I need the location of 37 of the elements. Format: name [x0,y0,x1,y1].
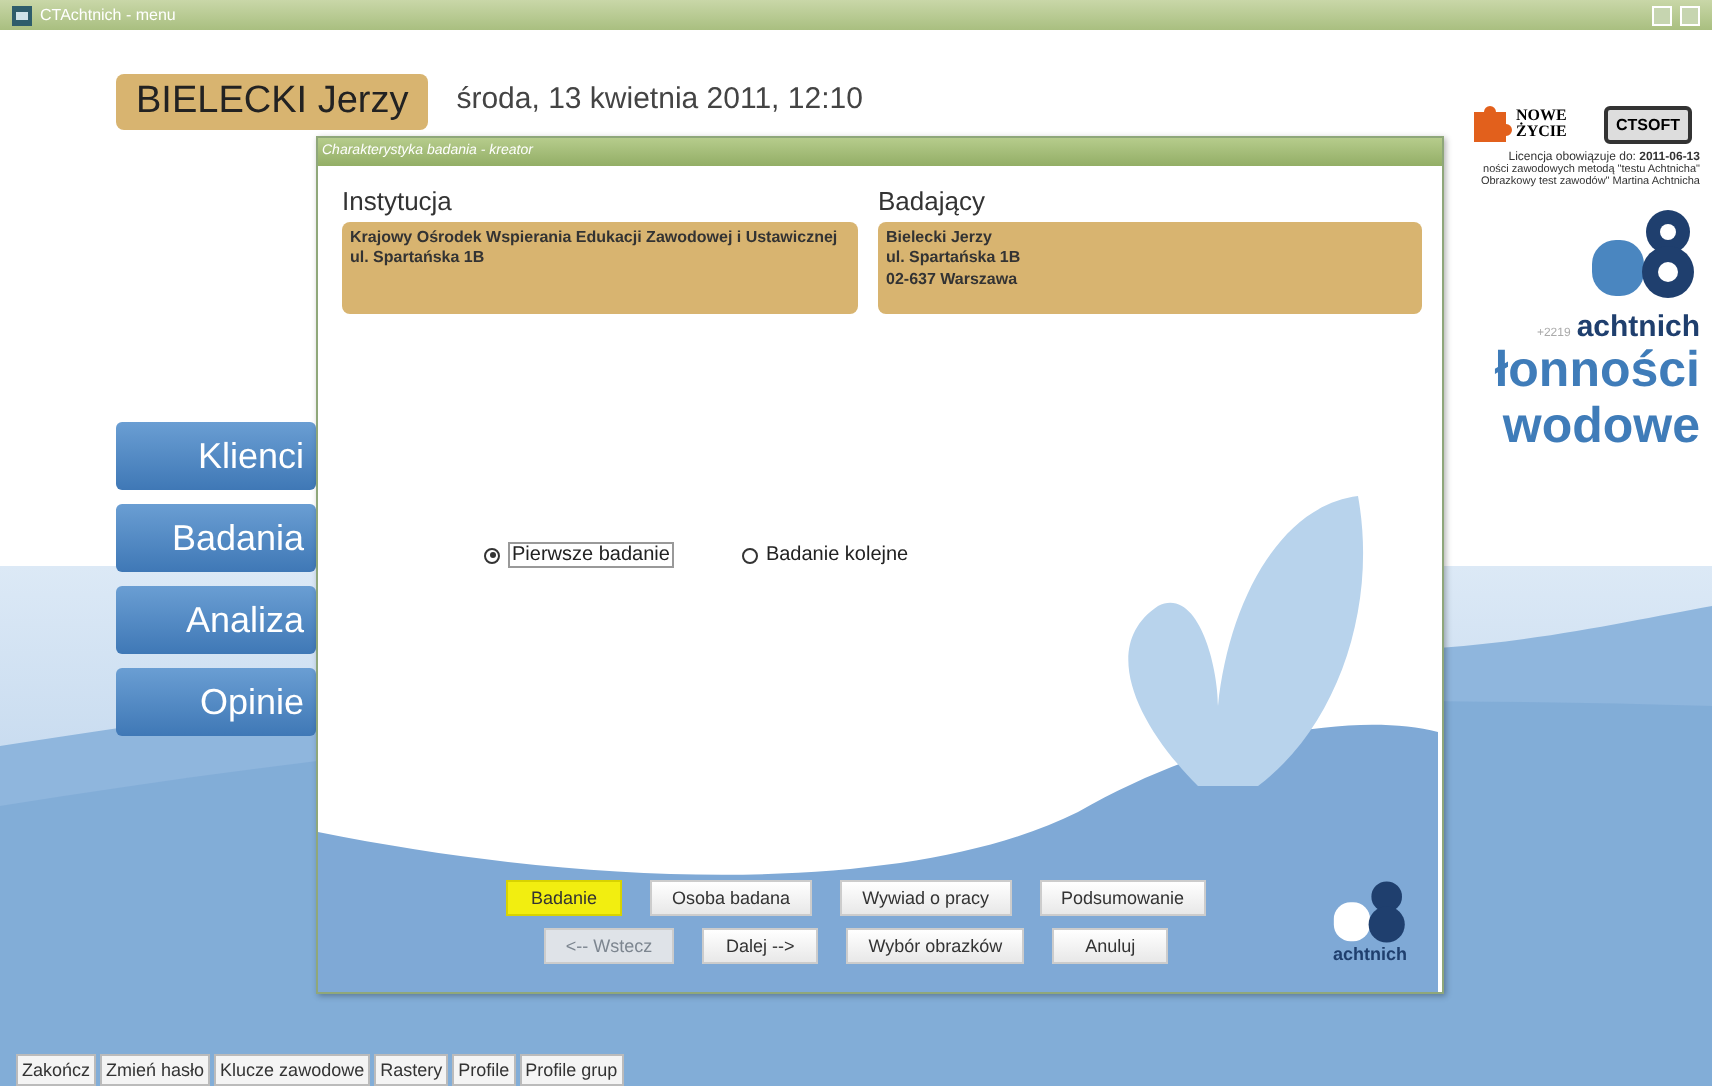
partner-logo: NOWE ŻYCIE [1468,102,1584,146]
ct8-logo-icon [1330,880,1410,944]
app-title: łonności [1494,344,1700,399]
minimize-button[interactable] [1652,5,1672,25]
puzzle-icon [1468,102,1512,146]
vendor-logo: CTSOFT [1604,105,1692,143]
step-tab[interactable]: Badanie [506,880,622,916]
toolbar-button[interactable]: Profile [452,1054,516,1086]
app-title: wodowe [1502,399,1700,454]
menu-button[interactable]: Klienci [116,422,316,490]
action-button[interactable]: Anuluj [1052,928,1169,964]
action-button[interactable]: Wybór obrazków [846,928,1025,964]
toolbar-button[interactable]: Zakończ [16,1054,97,1086]
info-card: Krajowy Ośrodek Wspierania Edukacji Zawodowej i Ustawicznej ul. Spartańska 1B [342,222,858,314]
toolbar-button[interactable]: Rastery [374,1054,449,1086]
info-card: Bielecki Jerzy ul. Spartańska 1B 02-637 Warszawa [878,222,1422,314]
menu-button[interactable]: Badania [116,504,316,572]
date-time: środa, 13 kwietnia 2011, 12:10 [456,81,863,115]
brand-name: achtnich [1332,944,1407,964]
step-tab[interactable]: Osoba badana [650,880,813,916]
section-heading: Badający [878,186,987,216]
ct8-logo-icon [1588,208,1700,300]
toolbar-button[interactable]: Zmień hasło [100,1054,211,1086]
close-button[interactable] [1680,5,1700,25]
toolbar-button[interactable]: Klucze zawodowe [214,1054,371,1086]
menu-button[interactable]: Analiza [116,586,316,654]
brand-name: achtnich [1576,310,1700,344]
action-button[interactable]: Dalej --> [702,928,819,964]
user-name-badge: BIELECKI Jerzy [116,74,429,130]
toolbar-button[interactable]: Profile grup [519,1054,624,1086]
step-tab[interactable]: Podsumowanie [1039,880,1207,916]
menu-button[interactable]: Opinie [116,668,316,736]
section-heading: Instytucja [342,186,454,216]
app-icon [12,5,32,25]
step-tab[interactable]: Wywiad o pracy [840,880,1012,916]
window-title: CTAchtnich - menu [40,6,176,24]
radio-option[interactable]: Badanie kolejne [735,538,915,572]
